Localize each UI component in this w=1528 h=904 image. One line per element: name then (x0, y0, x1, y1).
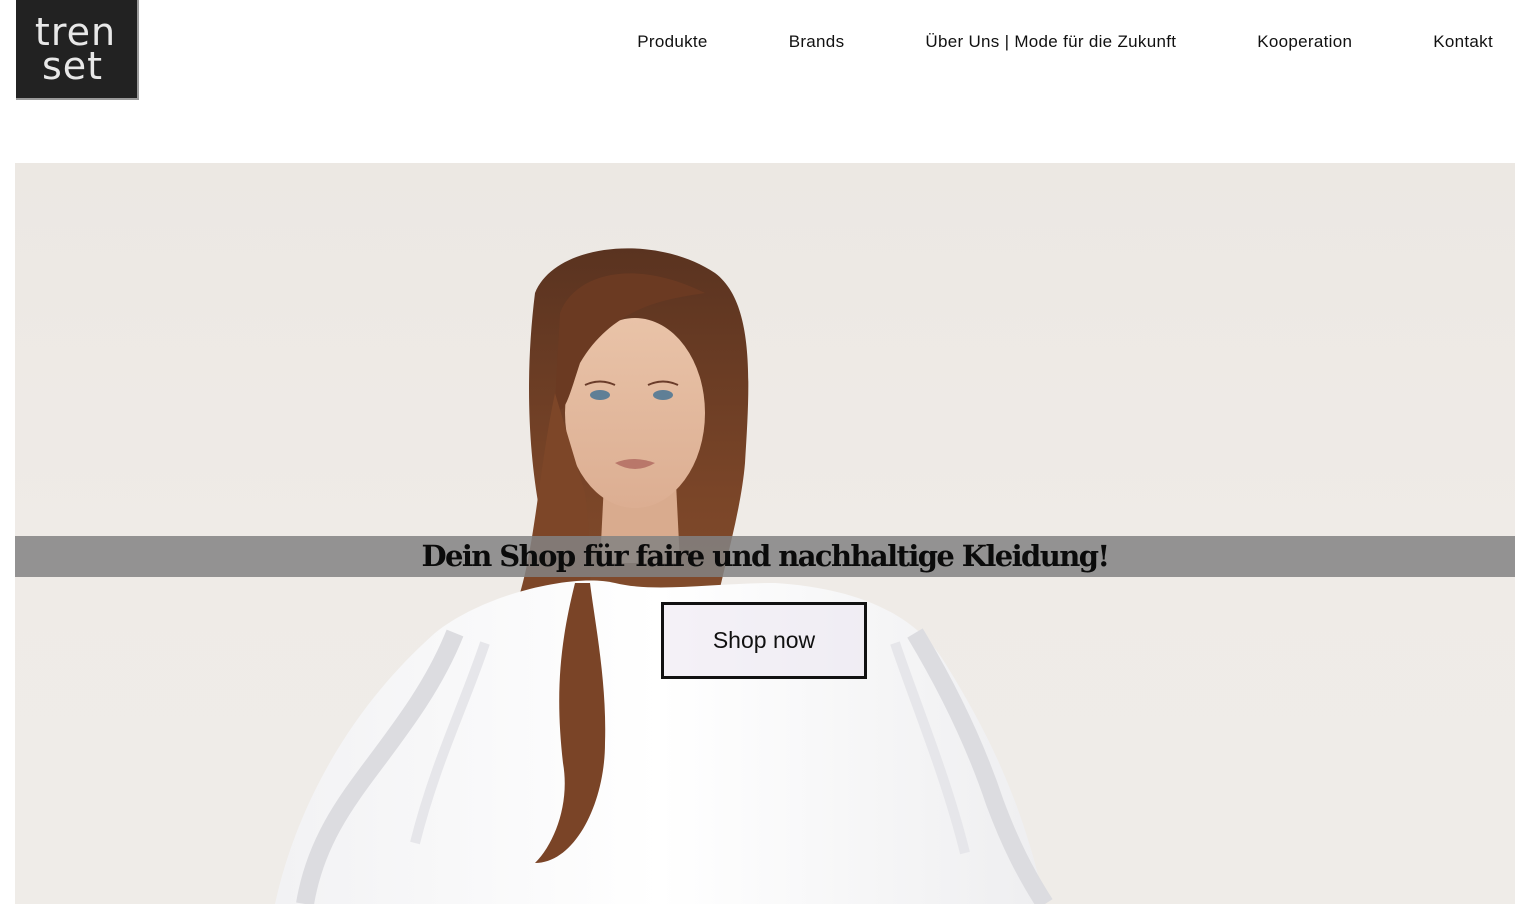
page: tren set Produkte Brands Über Uns | Mode… (0, 0, 1528, 904)
nav-item-kooperation[interactable]: Kooperation (1257, 32, 1352, 52)
nav-item-kontakt[interactable]: Kontakt (1433, 32, 1493, 52)
main-nav: Produkte Brands Über Uns | Mode für die … (637, 32, 1493, 52)
hero-headline: Dein Shop für faire und nachhaltige Klei… (421, 539, 1110, 573)
nav-item-brands[interactable]: Brands (789, 32, 845, 52)
nav-item-produkte[interactable]: Produkte (637, 32, 707, 52)
hero-headline-banner: Dein Shop für faire und nachhaltige Klei… (15, 536, 1515, 577)
hero-section: Dein Shop für faire und nachhaltige Klei… (15, 163, 1515, 904)
site-logo[interactable]: tren set (16, 0, 139, 100)
shop-now-button[interactable]: Shop now (661, 602, 867, 679)
logo-line-2: set (41, 44, 104, 88)
nav-item-ueber-uns[interactable]: Über Uns | Mode für die Zukunft (925, 32, 1176, 52)
hero-model-photo (275, 248, 1053, 904)
site-header: tren set Produkte Brands Über Uns | Mode… (0, 0, 1528, 110)
